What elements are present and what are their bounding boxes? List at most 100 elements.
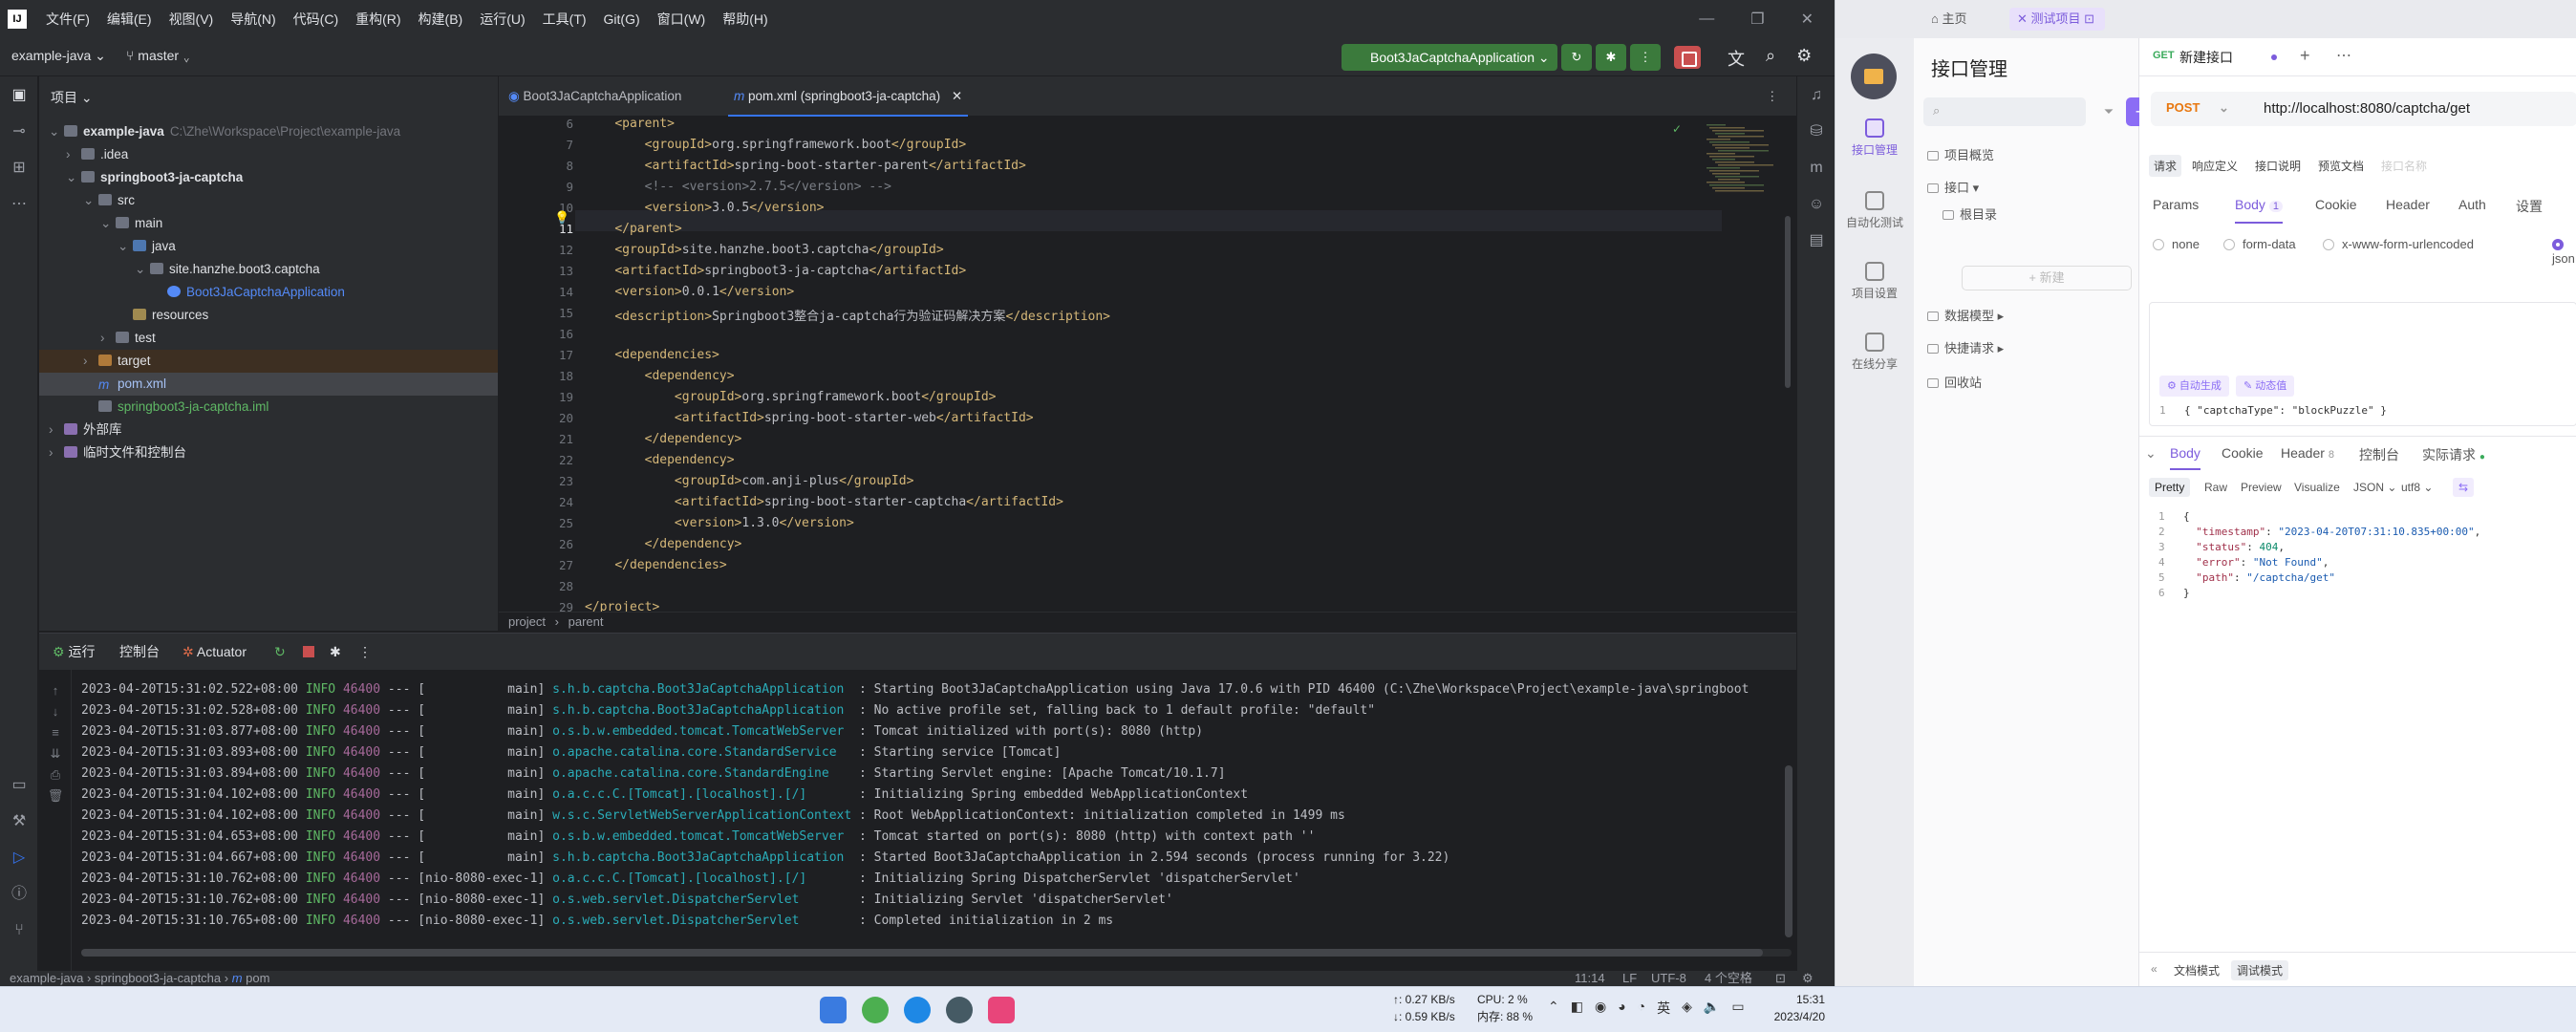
sidebar-item-api[interactable]: 接口 ▾ (1927, 178, 1979, 196)
run-config-selector[interactable]: Boot3JaCaptchaApplication ⌄ (1342, 44, 1557, 71)
menu-item[interactable]: 导航(N) (230, 10, 275, 29)
subtab-response-def[interactable]: 响应定义 (2187, 155, 2243, 177)
tray-chevron-icon[interactable]: ⌃ (1548, 999, 1559, 1018)
tree-item[interactable]: ⌄ java (39, 235, 498, 258)
line-separator[interactable]: LF (1622, 971, 1637, 986)
soft-wrap-icon[interactable]: ≡ (47, 725, 64, 742)
tree-item[interactable]: springboot3-ja-captcha.iml (39, 396, 498, 419)
more-run-icon[interactable]: ⋮ (1630, 44, 1661, 71)
scroll-to-end-icon[interactable]: ⇊ (47, 746, 64, 763)
resp-tab-body[interactable]: Body (2170, 445, 2200, 470)
menu-item[interactable]: 窗口(W) (657, 10, 706, 29)
sidebar-item-overview[interactable]: 项目概览 (1927, 145, 1994, 163)
nav-project-settings[interactable]: 项目设置 (1835, 262, 1914, 301)
print-icon[interactable]: ⎙ (47, 767, 64, 785)
settings-icon[interactable]: ⚙ (1802, 971, 1814, 986)
new-button[interactable]: + 新建 (1962, 266, 2132, 290)
build-icon[interactable]: ⚒ (8, 810, 31, 833)
minimize-icon[interactable]: — (1699, 11, 1714, 28)
tab-run[interactable]: ⚙ 运行 (53, 634, 95, 670)
tab-params[interactable]: Params (2153, 197, 2199, 212)
menu-item[interactable]: Git(G) (604, 11, 640, 27)
tab-close-icon[interactable]: ✕ (952, 89, 962, 103)
commit-tool-icon[interactable]: ⊸ (8, 120, 31, 143)
tab-settings[interactable]: 设置 (2516, 197, 2543, 216)
restore-icon[interactable]: ❐ (1750, 10, 1764, 29)
search-input[interactable]: ⌕ (1923, 97, 2086, 126)
tree-item[interactable]: › .idea (39, 143, 498, 166)
fmt-preview[interactable]: Preview (2235, 478, 2287, 497)
edge-icon[interactable] (904, 997, 931, 1023)
tab-console[interactable]: 控制台 (119, 634, 160, 670)
tree-item[interactable]: › 外部库 (39, 419, 498, 441)
translate-icon[interactable]: 文 (1728, 46, 1745, 71)
radio-urlencoded[interactable]: x-www-form-urlencoded (2323, 237, 2474, 251)
sidebar-item-data-model[interactable]: 数据模型 ▸ (1927, 306, 2004, 324)
tree-expand-icon[interactable]: ⌄ (66, 166, 81, 189)
clear-icon[interactable]: 🗑 (47, 788, 64, 806)
menu-item[interactable]: 构建(B) (419, 10, 463, 29)
fmt-encoding-select[interactable]: utf8 ⌄ (2395, 478, 2438, 497)
tree-expand-icon[interactable]: › (49, 441, 64, 464)
auto-generate-button[interactable]: ⚙ 自动生成 (2159, 376, 2229, 397)
maven-icon[interactable]: m (1805, 157, 1828, 180)
console-vscroll[interactable] (1785, 765, 1792, 937)
tab-cookie[interactable]: Cookie (2315, 197, 2357, 212)
tree-item[interactable]: › 临时文件和控制台 (39, 441, 498, 464)
app-icon[interactable] (946, 997, 973, 1023)
run-more-icon[interactable]: ⋮ (358, 634, 372, 670)
tree-item[interactable]: › test (39, 327, 498, 350)
settings-gear-icon[interactable]: ⚙ (1796, 46, 1812, 71)
run-tool-icon[interactable]: ▷ (8, 847, 31, 870)
project-avatar-icon[interactable] (1851, 54, 1897, 99)
collapse-chevron-icon[interactable]: ⌄ (2145, 445, 2157, 462)
fmt-raw[interactable]: Raw (2199, 478, 2233, 497)
tree-item[interactable]: resources (39, 304, 498, 327)
chrome-icon[interactable] (862, 997, 889, 1023)
stop-button[interactable] (1674, 46, 1701, 69)
stop-icon[interactable] (303, 634, 314, 670)
tree-expand-icon[interactable]: ⌄ (100, 212, 116, 235)
tree-expand-icon[interactable]: › (100, 327, 116, 350)
radio-none[interactable]: none (2153, 237, 2200, 251)
debug-mode-button[interactable]: 调试模式 (2231, 960, 2289, 980)
nav-online-share[interactable]: 在线分享 (1835, 333, 1914, 372)
debug-icon[interactable]: ✱ (330, 634, 341, 670)
breadcrumb-item[interactable]: parent (569, 614, 604, 629)
tab-pom-xml[interactable]: m pom.xml (springboot3-ja-captcha) ✕ (728, 76, 969, 117)
resp-tab-header[interactable]: Header 8 (2281, 445, 2334, 461)
nav-auto-test[interactable]: 自动化测试 (1835, 191, 1914, 230)
rerun-icon[interactable]: ↻ (1561, 44, 1592, 71)
intention-bulb-icon[interactable]: 💡 (554, 210, 569, 226)
tree-expand-icon[interactable]: ⌄ (118, 235, 133, 258)
notifications-icon[interactable]: ♫ (1805, 84, 1828, 107)
tab-body[interactable]: Body 1 (2235, 197, 2283, 224)
menu-item[interactable]: 代码(C) (293, 10, 338, 29)
menu-item[interactable]: 重构(R) (355, 10, 400, 29)
terminal-icon[interactable]: ▭ (8, 774, 31, 797)
menu-item[interactable]: 文件(F) (46, 10, 90, 29)
subtab-request[interactable]: 请求 (2149, 155, 2182, 177)
debug-icon[interactable]: ✱ (1596, 44, 1626, 71)
dynamic-value-button[interactable]: ✎ 动态值 (2236, 376, 2295, 397)
wrap-icon[interactable]: ⇆ (2453, 478, 2475, 497)
volume-icon[interactable]: 🔈 (1704, 999, 1720, 1018)
home-tab[interactable]: ⌂ 主页 (1931, 8, 2004, 31)
tree-expand-icon[interactable]: › (83, 350, 98, 373)
subtab-api-name[interactable]: 接口名称 (2376, 155, 2432, 177)
tab-auth[interactable]: Auth (2458, 197, 2486, 212)
copilot-icon[interactable]: ☺ (1805, 193, 1828, 216)
intellij-logo-icon[interactable]: IJ (8, 10, 27, 29)
tree-item[interactable]: ⌄ main (39, 212, 498, 235)
scroll-down-icon[interactable]: ↓ (47, 704, 64, 721)
menu-item[interactable]: 运行(U) (480, 10, 525, 29)
tray-app2-icon[interactable]: ◔ (1638, 999, 1645, 1018)
fmt-pretty[interactable]: Pretty (2149, 478, 2191, 497)
scroll-up-icon[interactable]: ↑ (47, 683, 64, 700)
bookmark-icon[interactable]: ▤ (1805, 229, 1828, 252)
subtab-api-desc[interactable]: 接口说明 (2250, 155, 2306, 177)
tree-item[interactable]: m pom.xml (39, 373, 498, 396)
editor-scrollbar[interactable] (1785, 216, 1791, 388)
more-tools-icon[interactable]: ⋯ (8, 193, 31, 216)
caret-position[interactable]: 11:14 (1575, 971, 1605, 986)
